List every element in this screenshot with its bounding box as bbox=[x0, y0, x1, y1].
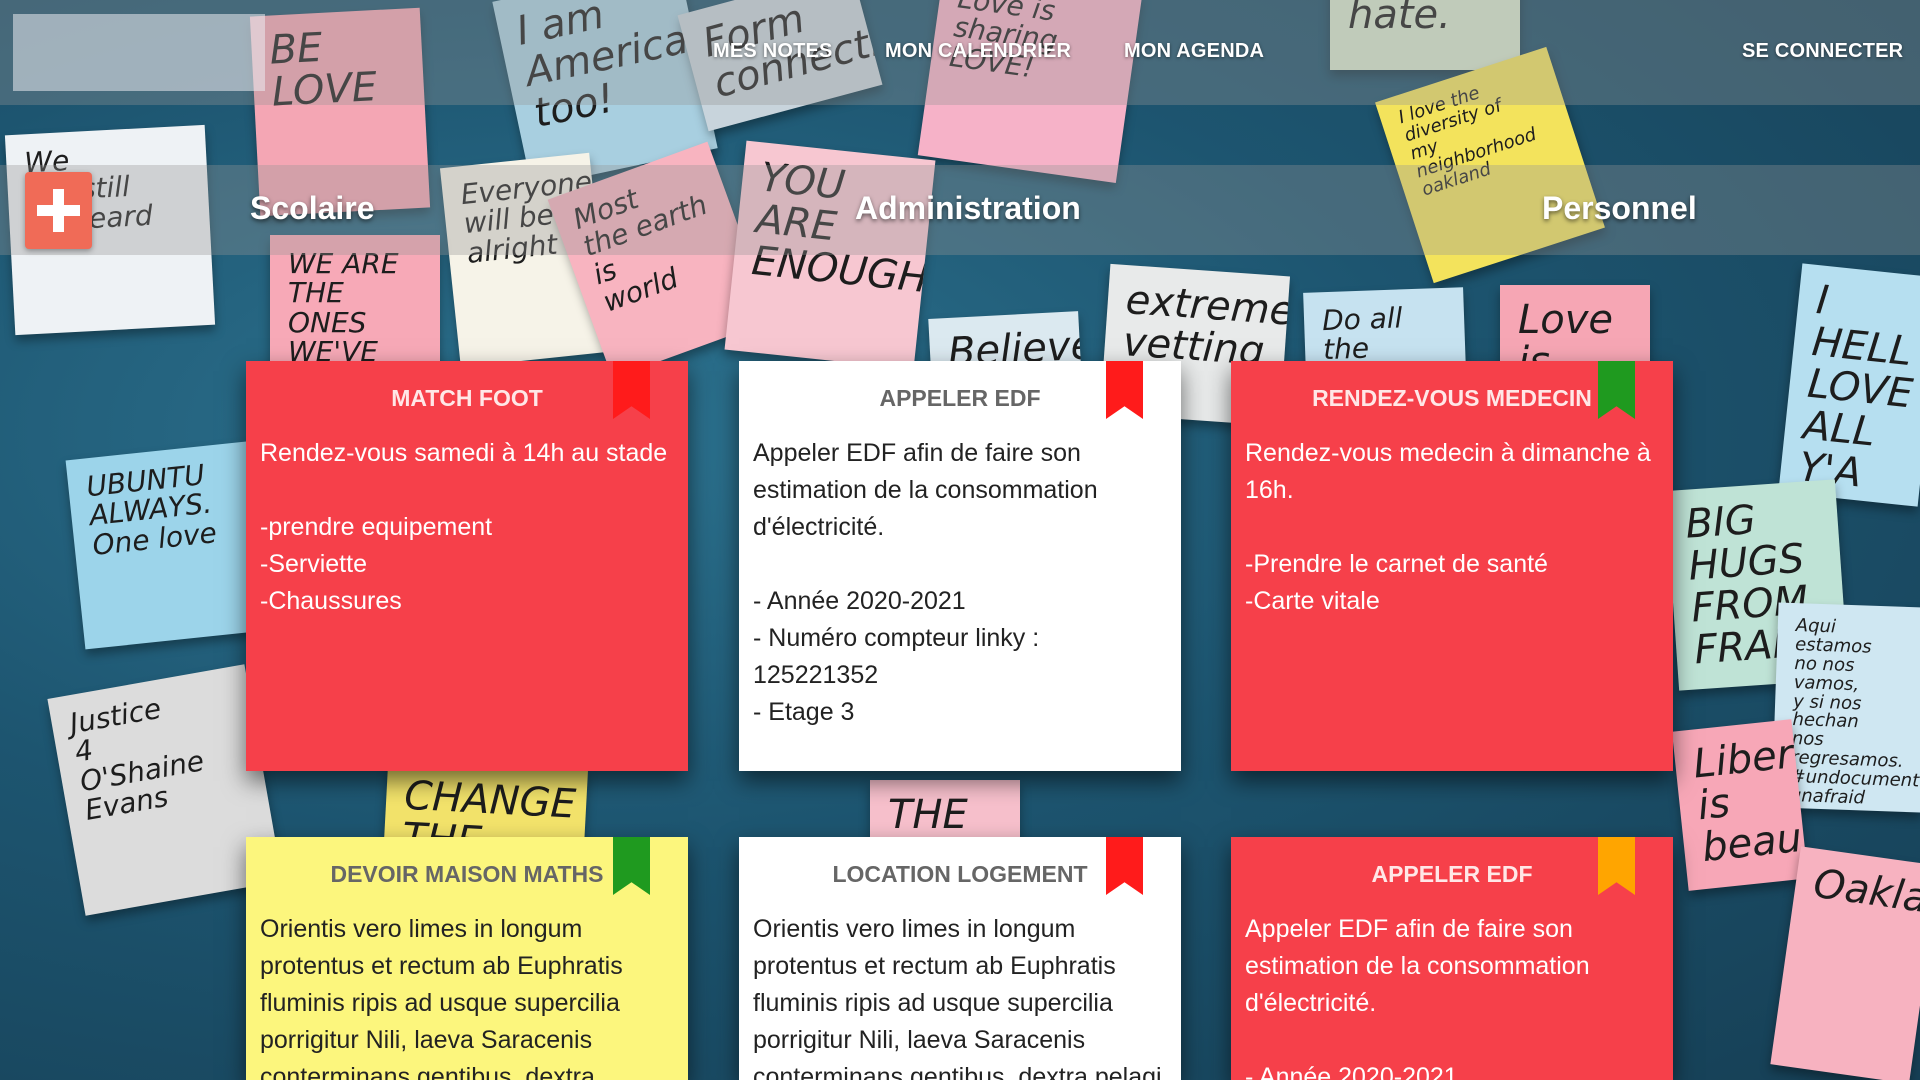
note-card[interactable]: LOCATION LOGEMENT Orientis vero limes in… bbox=[739, 837, 1181, 1080]
category-scolaire[interactable]: Scolaire bbox=[250, 190, 375, 227]
note-card[interactable]: APPELER EDF Appeler EDF afin de faire so… bbox=[1231, 837, 1673, 1080]
note-line bbox=[753, 546, 1167, 583]
note-line: - Année 2020-2021 bbox=[753, 587, 966, 615]
note-body: Orientis vero limes in longum protentus … bbox=[753, 911, 1167, 1080]
note-card[interactable]: MATCH FOOT Rendez-vous samedi à 14h au s… bbox=[246, 361, 688, 771]
note-line bbox=[1245, 509, 1659, 546]
note-card[interactable]: APPELER EDF Appeler EDF afin de faire so… bbox=[739, 361, 1181, 771]
note-line: - Numéro compteur linky : 125221352 bbox=[753, 624, 1040, 689]
note-body: Rendez-vous samedi à 14h au stade -prendr… bbox=[260, 435, 674, 620]
note-title: APPELER EDF bbox=[1371, 861, 1533, 887]
note-line: -Chaussures bbox=[260, 587, 402, 615]
note-line: Orientis vero limes in longum protentus … bbox=[260, 915, 623, 1080]
logo[interactable] bbox=[13, 14, 265, 91]
note-title: RENDEZ-VOUS MEDECIN bbox=[1312, 385, 1592, 411]
nav-mon-calendrier[interactable]: MON CALENDRIER bbox=[885, 40, 1071, 63]
note-line: - Etage 3 bbox=[753, 698, 855, 726]
note-line bbox=[260, 472, 674, 509]
note-card[interactable]: RENDEZ-VOUS MEDECIN Rendez-vous medecin … bbox=[1231, 361, 1673, 771]
background-sticky-note: UBUNTU ALWAYS. One love bbox=[65, 440, 275, 650]
note-line: -Serviette bbox=[260, 550, 367, 578]
note-line: -prendre equipement bbox=[260, 513, 493, 541]
add-note-button[interactable] bbox=[25, 172, 92, 249]
note-body: Rendez-vous medecin à dimanche à 16h. -Pr… bbox=[1245, 435, 1659, 620]
note-title: LOCATION LOGEMENT bbox=[832, 861, 1088, 887]
nav-mes-notes[interactable]: MES NOTES bbox=[713, 40, 833, 63]
background-sticky-note: Liberty is beautiful bbox=[1671, 719, 1809, 891]
note-body: Orientis vero limes in longum protentus … bbox=[260, 911, 674, 1080]
note-line: Appeler EDF afin de faire son estimation… bbox=[753, 439, 1098, 541]
note-title: MATCH FOOT bbox=[391, 385, 543, 411]
note-card[interactable]: DEVOIR MAISON MATHS Orientis vero limes … bbox=[246, 837, 688, 1080]
category-administration[interactable]: Administration bbox=[855, 190, 1081, 227]
note-body: Appeler EDF afin de faire son estimation… bbox=[1245, 911, 1659, 1080]
nav-se-connecter[interactable]: SE CONNECTER bbox=[1742, 40, 1903, 63]
background-sticky-note: I HELL LOVE ALL Y'A bbox=[1778, 263, 1920, 507]
category-personnel[interactable]: Personnel bbox=[1542, 190, 1697, 227]
note-line: - Année 2020-2021 bbox=[1245, 1063, 1458, 1080]
note-line: -Prendre le carnet de santé bbox=[1245, 550, 1548, 578]
note-title: APPELER EDF bbox=[879, 385, 1041, 411]
note-line: Rendez-vous medecin à dimanche à 16h. bbox=[1245, 439, 1651, 504]
background-sticky-note: Oakland bbox=[1770, 846, 1920, 1080]
note-line: Orientis vero limes in longum protentus … bbox=[753, 915, 1162, 1080]
nav-mon-agenda[interactable]: MON AGENDA bbox=[1124, 40, 1264, 63]
note-body: Appeler EDF afin de faire son estimation… bbox=[753, 435, 1167, 731]
note-line bbox=[1245, 1022, 1659, 1059]
note-line: -Carte vitale bbox=[1245, 587, 1380, 615]
note-line: Rendez-vous samedi à 14h au stade bbox=[260, 439, 668, 467]
note-title: DEVOIR MAISON MATHS bbox=[330, 861, 604, 887]
note-line: Appeler EDF afin de faire son estimation… bbox=[1245, 915, 1590, 1017]
